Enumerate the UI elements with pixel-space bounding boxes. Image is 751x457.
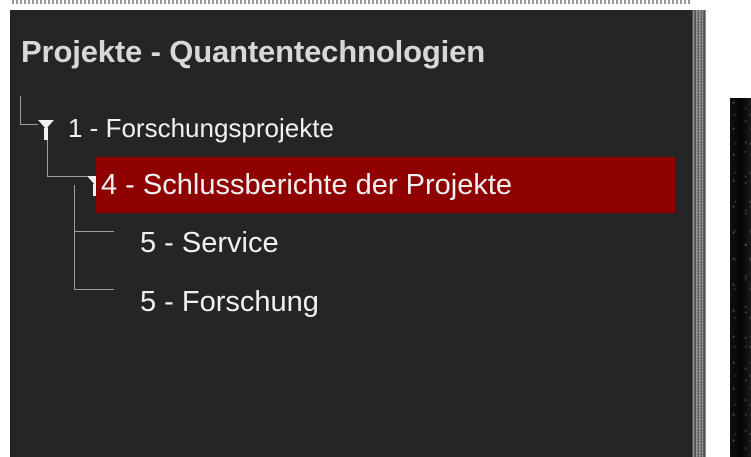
- tree-node-service[interactable]: 5 - Service: [140, 227, 279, 260]
- tree-connector-level-three-vertical: [74, 185, 75, 289]
- tree-connector-root-horizontal: [20, 124, 38, 125]
- top-dotted-border: [0, 0, 692, 4]
- left-margin: [0, 0, 10, 457]
- expanded-triangle-icon[interactable]: [38, 120, 54, 140]
- content-pane: [706, 10, 751, 457]
- tree-node-forschungsprojekte[interactable]: 1 - Forschungsprojekte: [68, 113, 334, 143]
- tree-node-schlussberichte-selected[interactable]: 4 - Schlussberichte der Projekte: [96, 157, 675, 213]
- vertical-splitter[interactable]: [692, 10, 706, 457]
- tree-connector-level-two-horizontal: [47, 176, 87, 177]
- grip-dots-icon: [696, 10, 702, 457]
- project-tree-panel: Projekte - Quantentechnologien 1 - Forsc…: [10, 10, 692, 457]
- dark-preview-area: [730, 98, 751, 457]
- panel-title: Projekte - Quantentechnologien: [21, 34, 485, 69]
- tree-node-forschung[interactable]: 5 - Forschung: [140, 286, 319, 319]
- tree-connector-forschung-horizontal: [74, 289, 114, 290]
- tree-connector-service-horizontal: [74, 231, 114, 232]
- tree-connector-root-vertical: [20, 96, 21, 124]
